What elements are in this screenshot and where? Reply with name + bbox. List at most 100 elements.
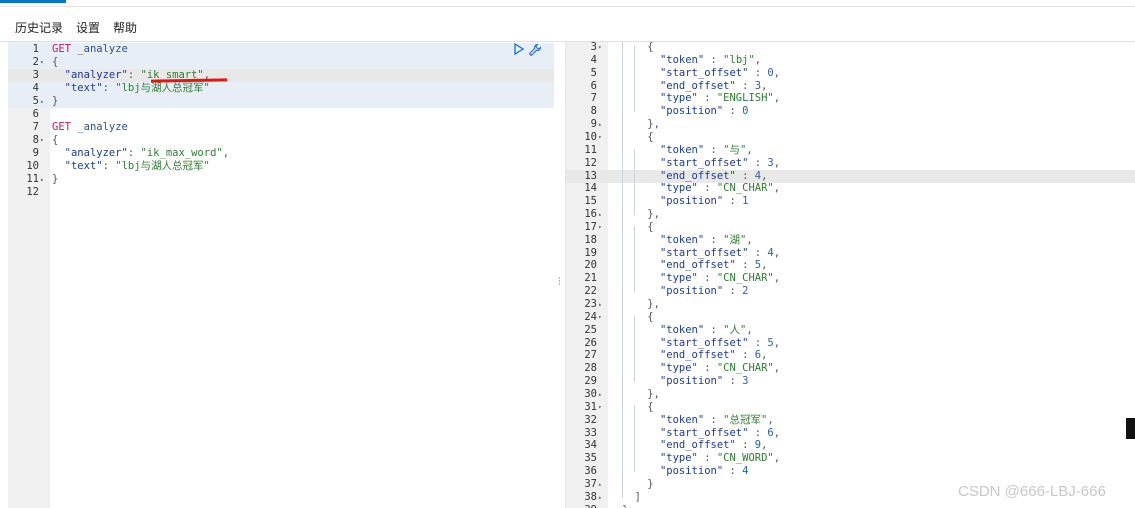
menu-history[interactable]: 历史记录 [15, 19, 63, 36]
fold-arrow-icon[interactable]: ▴ [598, 298, 606, 311]
line-number: 22 [584, 285, 597, 298]
indent-guide [634, 46, 635, 112]
line-number: 23 [584, 298, 597, 310]
response-line[interactable]: 21 "type" : "CN_CHAR", [566, 272, 1135, 285]
code-text: "start_offset" : 0, [659, 66, 781, 79]
response-line[interactable]: 36 "position" : 4 [566, 465, 1135, 478]
play-icon[interactable] [513, 42, 525, 56]
line-number: 8 [32, 134, 39, 146]
response-line[interactable]: 23 ▴ }, [566, 298, 1135, 311]
response-line[interactable]: 12 "start_offset" : 3, [566, 157, 1135, 170]
fold-arrow-icon[interactable]: ▴ [40, 95, 48, 108]
response-line[interactable]: 39▴} [566, 504, 1135, 508]
indent-guide [634, 406, 635, 472]
request-line[interactable]: 4 "text": "lbj与湖人总冠军" [8, 82, 554, 95]
response-line[interactable]: 7 "type" : "ENGLISH", [566, 92, 1135, 105]
request-line[interactable]: 6 [8, 108, 554, 121]
request-line[interactable]: 11 ▴} [8, 173, 554, 186]
fold-arrow-icon[interactable]: ▾ [40, 56, 48, 69]
response-line[interactable]: 15 "position" : 1 [566, 195, 1135, 208]
code-text: }, [647, 387, 660, 400]
response-line[interactable]: 27 "end_offset" : 6, [566, 349, 1135, 362]
response-line[interactable]: 11 "token" : "与", [566, 144, 1135, 157]
response-line[interactable]: 35 "type" : "CN_WORD", [566, 452, 1135, 465]
response-line[interactable]: 9 ▴ }, [566, 118, 1135, 131]
response-line[interactable]: 13 "end_offset" : 4, [566, 169, 1135, 183]
request-line[interactable]: 3 "analyzer": "ik_smart", [8, 69, 554, 82]
code-text: "type" : "CN_WORD", [659, 452, 781, 465]
line-number: 17 [584, 220, 597, 233]
response-line[interactable]: 28 "type" : "CN_CHAR", [566, 362, 1135, 375]
pane-splitter[interactable]: · · · [556, 42, 564, 508]
response-line[interactable]: 6 "end_offset" : 3, [566, 80, 1135, 93]
wrench-icon[interactable] [528, 43, 542, 57]
code-text: "analyzer": "ik_max_word", [64, 147, 230, 159]
fold-arrow-icon[interactable]: ▴ [598, 208, 606, 221]
response-viewer[interactable]: 3 ▾ {4 "token" : "lbj", 5 "start_offset" :… [566, 42, 1135, 508]
request-editor[interactable]: 1 GET _analyze 2 ▾{3 "analyzer": "ik_smart"… [8, 42, 554, 508]
response-line[interactable]: 20 "end_offset" : 5, [566, 259, 1135, 272]
request-line[interactable]: 8 ▾ { [8, 134, 554, 147]
indent-guide [634, 316, 635, 382]
response-line[interactable]: 31 ▾ { [566, 401, 1135, 414]
response-line[interactable]: 32 "token" : "总冠军", [566, 414, 1135, 427]
code-text: ] [634, 490, 641, 503]
response-line[interactable]: 14 "type" : "CN_CHAR", [566, 182, 1135, 195]
line-number: 4 [590, 53, 597, 66]
request-line[interactable]: 2 ▾ { [8, 56, 554, 69]
fold-arrow-icon[interactable]: ▾ [598, 42, 606, 54]
fold-arrow-icon[interactable]: ▴ [598, 478, 606, 491]
line-number: 28 [584, 362, 597, 375]
active-tab-indicator [0, 0, 66, 3]
fold-arrow-icon[interactable]: ▾ [40, 134, 48, 147]
line-number: 15 [584, 195, 597, 208]
response-line[interactable]: 26 "start_offset" : 5, [566, 337, 1135, 350]
response-line[interactable]: 4 "token" : "lbj", [566, 54, 1135, 67]
response-line[interactable]: 17 ▾ { [566, 221, 1135, 234]
response-line[interactable]: 29 "position" : 3 [566, 375, 1135, 388]
request-line[interactable]: 1 GET _analyze [8, 43, 554, 56]
fold-arrow-icon[interactable]: ▴ [598, 491, 606, 504]
fold-arrow-icon[interactable]: ▴ [40, 173, 48, 186]
code-text: "text": "lbj与湖人总冠军" [64, 160, 210, 172]
request-line[interactable]: 10 "text": "lbj与湖人总冠军" [8, 160, 554, 173]
response-line[interactable]: 3 ▾ { [566, 42, 1135, 54]
fold-arrow-icon[interactable]: ▴ [598, 504, 606, 508]
response-line[interactable]: 19 "start_offset" : 4, [566, 247, 1135, 260]
response-line[interactable]: 22 "position" : 2 [566, 285, 1135, 298]
code-text: "type" : "CN_CHAR", [659, 362, 781, 375]
fold-arrow-icon[interactable]: ▴ [598, 118, 606, 131]
fold-arrow-icon[interactable]: ▾ [598, 401, 606, 414]
menu-settings[interactable]: 设置 [76, 19, 100, 36]
request-line[interactable]: 12 [8, 186, 554, 199]
response-line[interactable]: 33 "start_offset" : 6, [566, 427, 1135, 440]
line-number: 19 [584, 246, 597, 259]
response-line[interactable]: 34 "end_offset" : 9, [566, 439, 1135, 452]
fold-arrow-icon[interactable]: ▾ [598, 311, 606, 324]
line-number: 5 [32, 95, 39, 107]
response-line[interactable]: 18 "token" : "湖", [566, 234, 1135, 247]
response-line[interactable]: 16 ▴ }, [566, 208, 1135, 221]
response-line[interactable]: 25 "token" : "人", [566, 324, 1135, 337]
code-text: "start_offset" : 5, [659, 336, 781, 349]
menu-help[interactable]: 帮助 [113, 19, 137, 36]
fold-arrow-icon[interactable]: ▾ [598, 221, 606, 234]
response-line[interactable]: 5 "start_offset" : 0, [566, 67, 1135, 80]
line-number: 35 [584, 452, 597, 465]
code-text: "start_offset" : 6, [659, 426, 781, 439]
request-line[interactable]: 9 "analyzer": "ik_max_word", [8, 147, 554, 160]
response-line[interactable]: 24 ▾ { [566, 311, 1135, 324]
response-line[interactable]: 8 "position" : 0 [566, 105, 1135, 118]
fold-arrow-icon[interactable]: ▾ [598, 131, 606, 144]
line-number: 9 [32, 147, 39, 159]
response-line[interactable]: 10 ▾ { [566, 131, 1135, 144]
code-text: "token" : "与", [659, 143, 753, 156]
line-number: 5 [590, 66, 597, 79]
request-line[interactable]: 7 GET _analyze [8, 121, 554, 134]
request-line[interactable]: 5 ▴} [8, 95, 554, 108]
code-text: "start_offset" : 4, [659, 246, 781, 259]
code-text: { [52, 134, 59, 146]
splitter-grip-icon: · · · [558, 274, 561, 290]
response-line[interactable]: 30 ▴ }, [566, 388, 1135, 401]
fold-arrow-icon[interactable]: ▴ [598, 388, 606, 401]
